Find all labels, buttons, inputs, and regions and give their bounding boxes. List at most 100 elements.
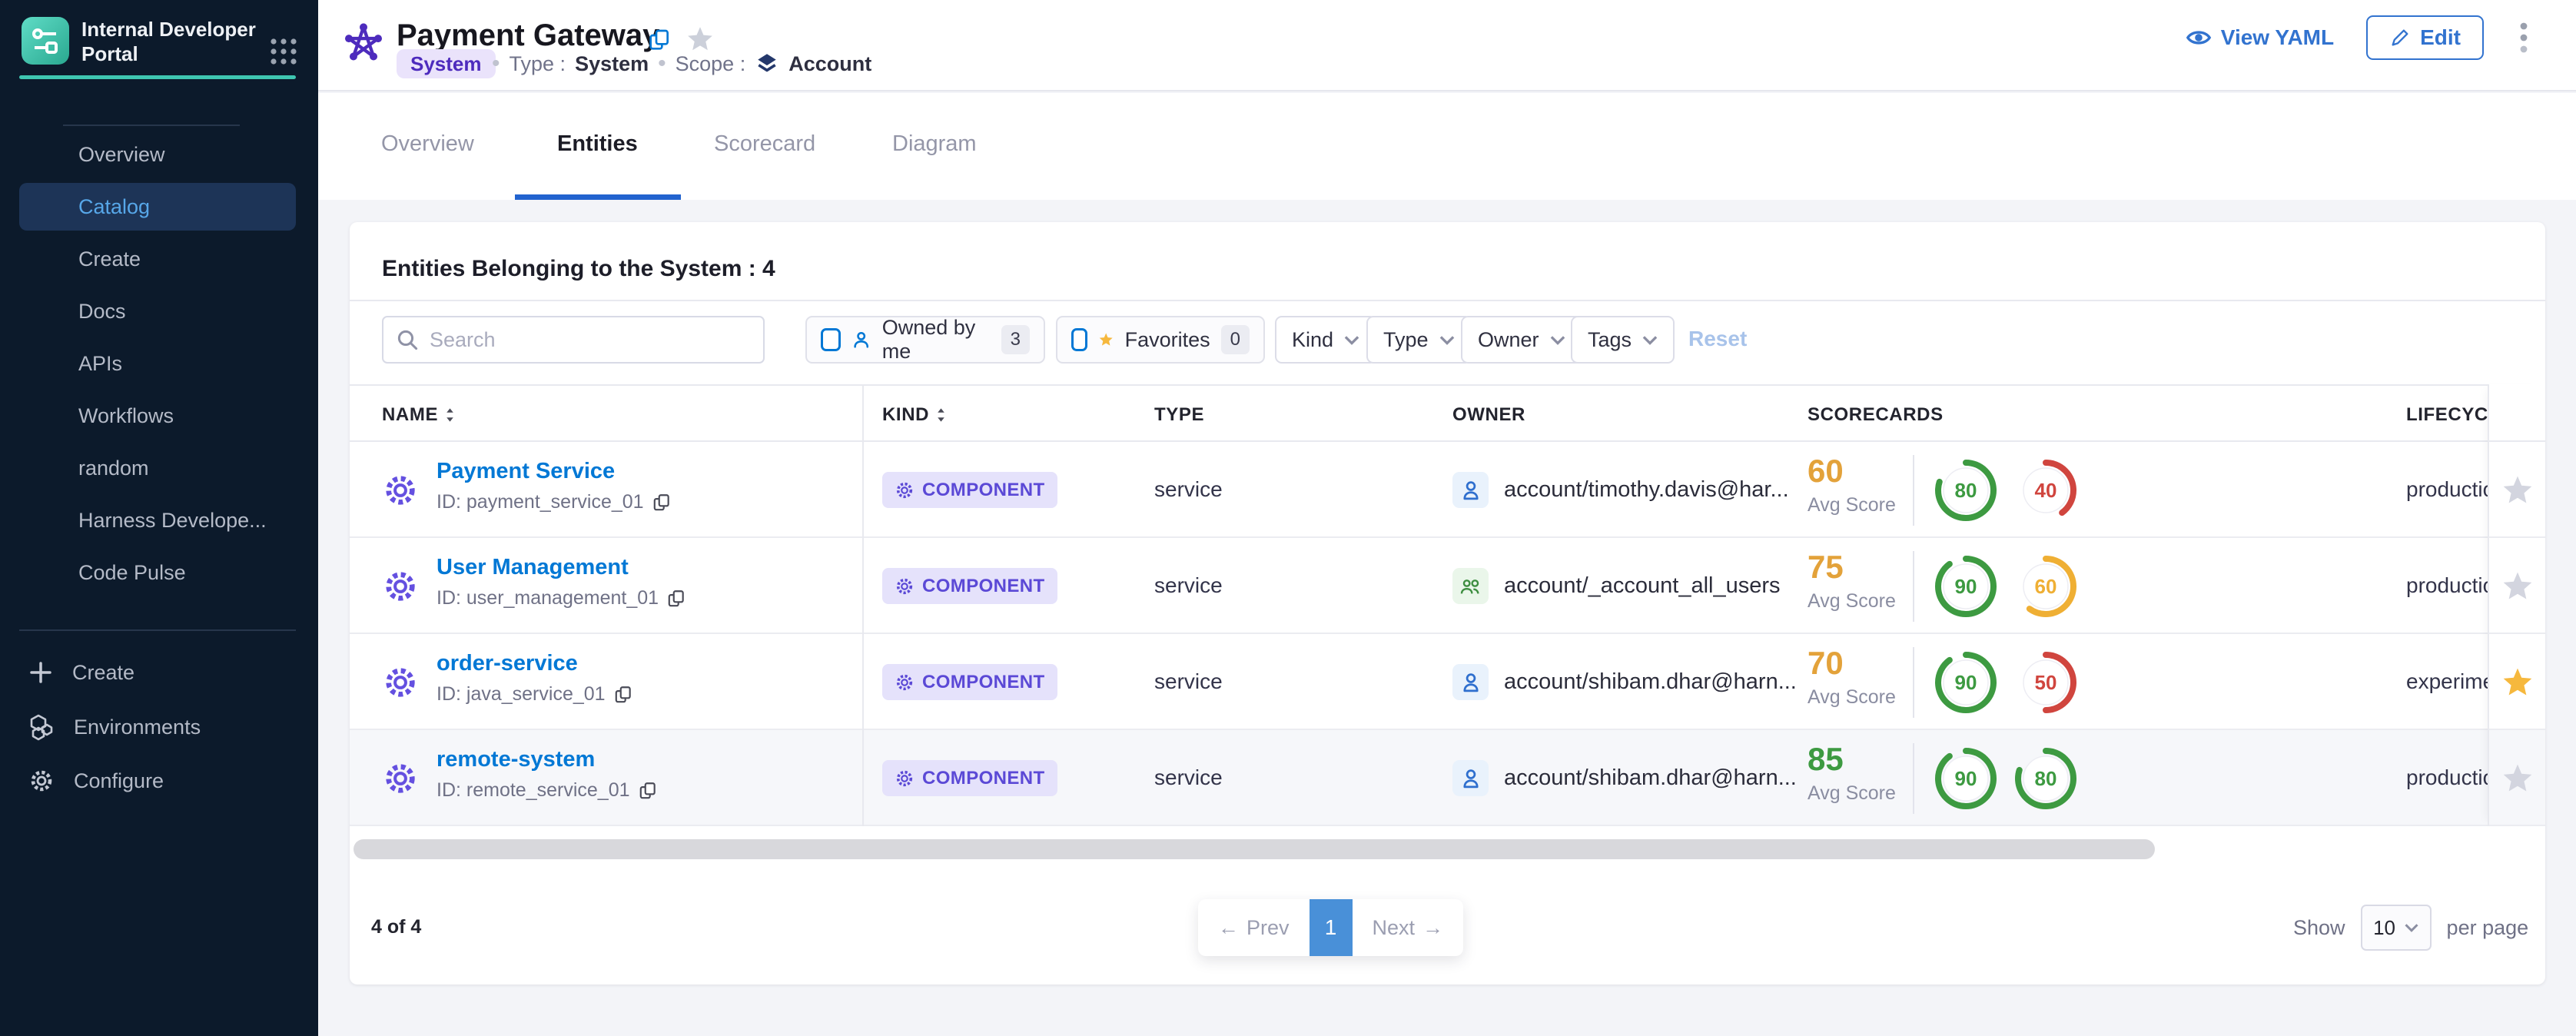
tab-overview[interactable]: Overview <box>381 131 474 157</box>
sidebar-item-catalog[interactable]: Catalog <box>19 183 296 231</box>
sidebar-item-docs[interactable]: Docs <box>78 298 126 324</box>
sidebar-create-button[interactable]: Create <box>28 659 134 686</box>
table-row[interactable]: User Management ID: user_management_01 C… <box>350 538 2545 634</box>
sidebar-create-label: Create <box>72 661 134 685</box>
sidebar-item-overview[interactable]: Overview <box>78 141 165 168</box>
column-header-name[interactable]: NAME <box>382 404 456 426</box>
pencil-icon <box>2389 27 2411 48</box>
entity-owner: account/shibam.dhar@harn... <box>1504 765 1797 791</box>
page-number-button[interactable]: 1 <box>1310 899 1353 956</box>
sidebar-item-apis[interactable]: APIs <box>78 350 122 377</box>
edit-button[interactable]: Edit <box>2366 15 2484 60</box>
scorecard-gauge[interactable]: 90 <box>1933 553 1999 619</box>
favorite-entity-star-icon[interactable] <box>685 25 715 54</box>
harness-logo[interactable] <box>22 17 69 65</box>
sidebar-item-harness-developer[interactable]: Harness Develope... <box>78 507 267 533</box>
table-row[interactable]: Payment Service ID: payment_service_01 C… <box>350 442 2545 538</box>
avg-score-value: 75 <box>1808 549 1844 586</box>
tab-scorecard[interactable]: Scorecard <box>714 131 815 157</box>
app-root: Internal Developer Portal Overview Catal… <box>0 0 2576 1036</box>
page-header: Payment Gateway System • Type : System •… <box>318 0 2576 91</box>
type-label: Type : <box>510 52 566 76</box>
horizontal-scrollbar[interactable] <box>354 839 2155 859</box>
sidebar-configure-label: Configure <box>74 769 164 793</box>
scorecard-gauge[interactable]: 80 <box>1933 457 1999 523</box>
copy-icon[interactable] <box>652 493 672 513</box>
owned-by-me-filter[interactable]: Owned by me 3 <box>805 316 1045 364</box>
row-favorite-star[interactable] <box>2489 636 2545 730</box>
scorecard-gauge[interactable]: 90 <box>1933 745 1999 812</box>
table-row[interactable]: remote-system ID: remote_service_01 COMP… <box>350 730 2545 826</box>
entity-id: ID: remote_service_01 <box>437 779 658 802</box>
prev-page-button[interactable]: ← Prev <box>1198 899 1310 956</box>
user-icon <box>1452 472 1489 508</box>
component-gear-icon <box>382 664 419 701</box>
entity-id: ID: user_management_01 <box>437 587 686 609</box>
scorecard-gauge[interactable]: 50 <box>2013 649 2079 716</box>
view-yaml-button[interactable]: View YAML <box>2186 25 2334 50</box>
scope-label: Scope : <box>676 52 746 76</box>
sidebar-item-code-pulse[interactable]: Code Pulse <box>78 560 186 586</box>
favorites-checkbox[interactable] <box>1071 328 1087 351</box>
search-input[interactable] <box>430 328 737 352</box>
table-row[interactable]: order-service ID: java_service_01 COMPON… <box>350 634 2545 730</box>
sidebar-item-configure[interactable]: Configure <box>28 767 164 795</box>
page-size-select[interactable]: 10 <box>2361 905 2432 951</box>
kind-badge: COMPONENT <box>882 568 1057 604</box>
copy-title-icon[interactable] <box>647 28 672 52</box>
copy-icon[interactable] <box>666 589 686 609</box>
sidebar-divider-bottom <box>19 629 296 631</box>
apps-grid-icon[interactable] <box>267 35 300 68</box>
owned-by-me-checkbox[interactable] <box>821 328 841 351</box>
entity-name-link[interactable]: order-service <box>437 651 578 676</box>
scorecard-gauge[interactable]: 90 <box>1933 649 1999 716</box>
entity-name-link[interactable]: User Management <box>437 555 629 580</box>
type-filter-dropdown[interactable]: Type <box>1366 316 1472 364</box>
entity-name-link[interactable]: remote-system <box>437 747 595 772</box>
column-header-kind[interactable]: KIND <box>882 404 947 426</box>
avg-score-value: 60 <box>1808 453 1844 490</box>
owner-filter-dropdown[interactable]: Owner <box>1461 316 1582 364</box>
reset-filters-button[interactable]: Reset <box>1688 327 1747 351</box>
star-icon <box>2503 764 2531 791</box>
kind-badge: COMPONENT <box>882 472 1057 508</box>
scorecard-gauge[interactable]: 80 <box>2013 745 2079 812</box>
header-actions: View YAML Edit <box>2186 15 2531 60</box>
entity-tabbar: Overview Entities Scorecard Diagram <box>318 93 2576 200</box>
row-favorite-star[interactable] <box>2489 443 2545 538</box>
user-icon <box>1452 664 1489 700</box>
tab-entities[interactable]: Entities <box>557 131 638 157</box>
sidebar-item-environments[interactable]: Environments <box>28 713 201 741</box>
entity-type: service <box>1154 669 1223 694</box>
sidebar-item-workflows[interactable]: Workflows <box>78 403 174 429</box>
more-options-kebab-icon[interactable] <box>2516 17 2531 58</box>
column-header-type: TYPE <box>1154 404 1204 426</box>
score-divider <box>1913 743 1914 814</box>
next-page-button[interactable]: Next → <box>1353 899 1464 956</box>
gauge-value: 50 <box>2013 649 2079 716</box>
favorites-filter[interactable]: Favorites 0 <box>1056 316 1265 364</box>
copy-icon[interactable] <box>613 685 633 705</box>
favorites-column-header <box>2489 384 2545 442</box>
scorecard-gauge[interactable]: 60 <box>2013 553 2079 619</box>
kind-filter-dropdown[interactable]: Kind <box>1275 316 1376 364</box>
avg-score-label: Avg Score <box>1808 494 1896 516</box>
entity-lifecycle: production <box>2406 573 2488 598</box>
row-favorite-star[interactable] <box>2489 732 2545 826</box>
entity-type: service <box>1154 573 1223 598</box>
tab-diagram[interactable]: Diagram <box>892 131 977 157</box>
entity-name-link[interactable]: Payment Service <box>437 459 615 484</box>
entity-search[interactable] <box>382 316 765 364</box>
sidebar-item-random[interactable]: random <box>78 455 149 481</box>
system-entity-icon <box>344 23 383 61</box>
copy-icon[interactable] <box>638 781 658 801</box>
scorecard-gauge[interactable]: 40 <box>2013 457 2079 523</box>
tags-filter-dropdown[interactable]: Tags <box>1571 316 1675 364</box>
chevron-down-icon <box>1344 335 1359 345</box>
panel-divider <box>350 300 2545 301</box>
row-favorite-star[interactable] <box>2489 540 2545 634</box>
page-size-control: Show 10 per page <box>2293 899 2528 956</box>
gauge-value: 80 <box>1933 457 1999 523</box>
avg-score-label: Avg Score <box>1808 686 1896 709</box>
sidebar-item-create[interactable]: Create <box>78 246 141 272</box>
